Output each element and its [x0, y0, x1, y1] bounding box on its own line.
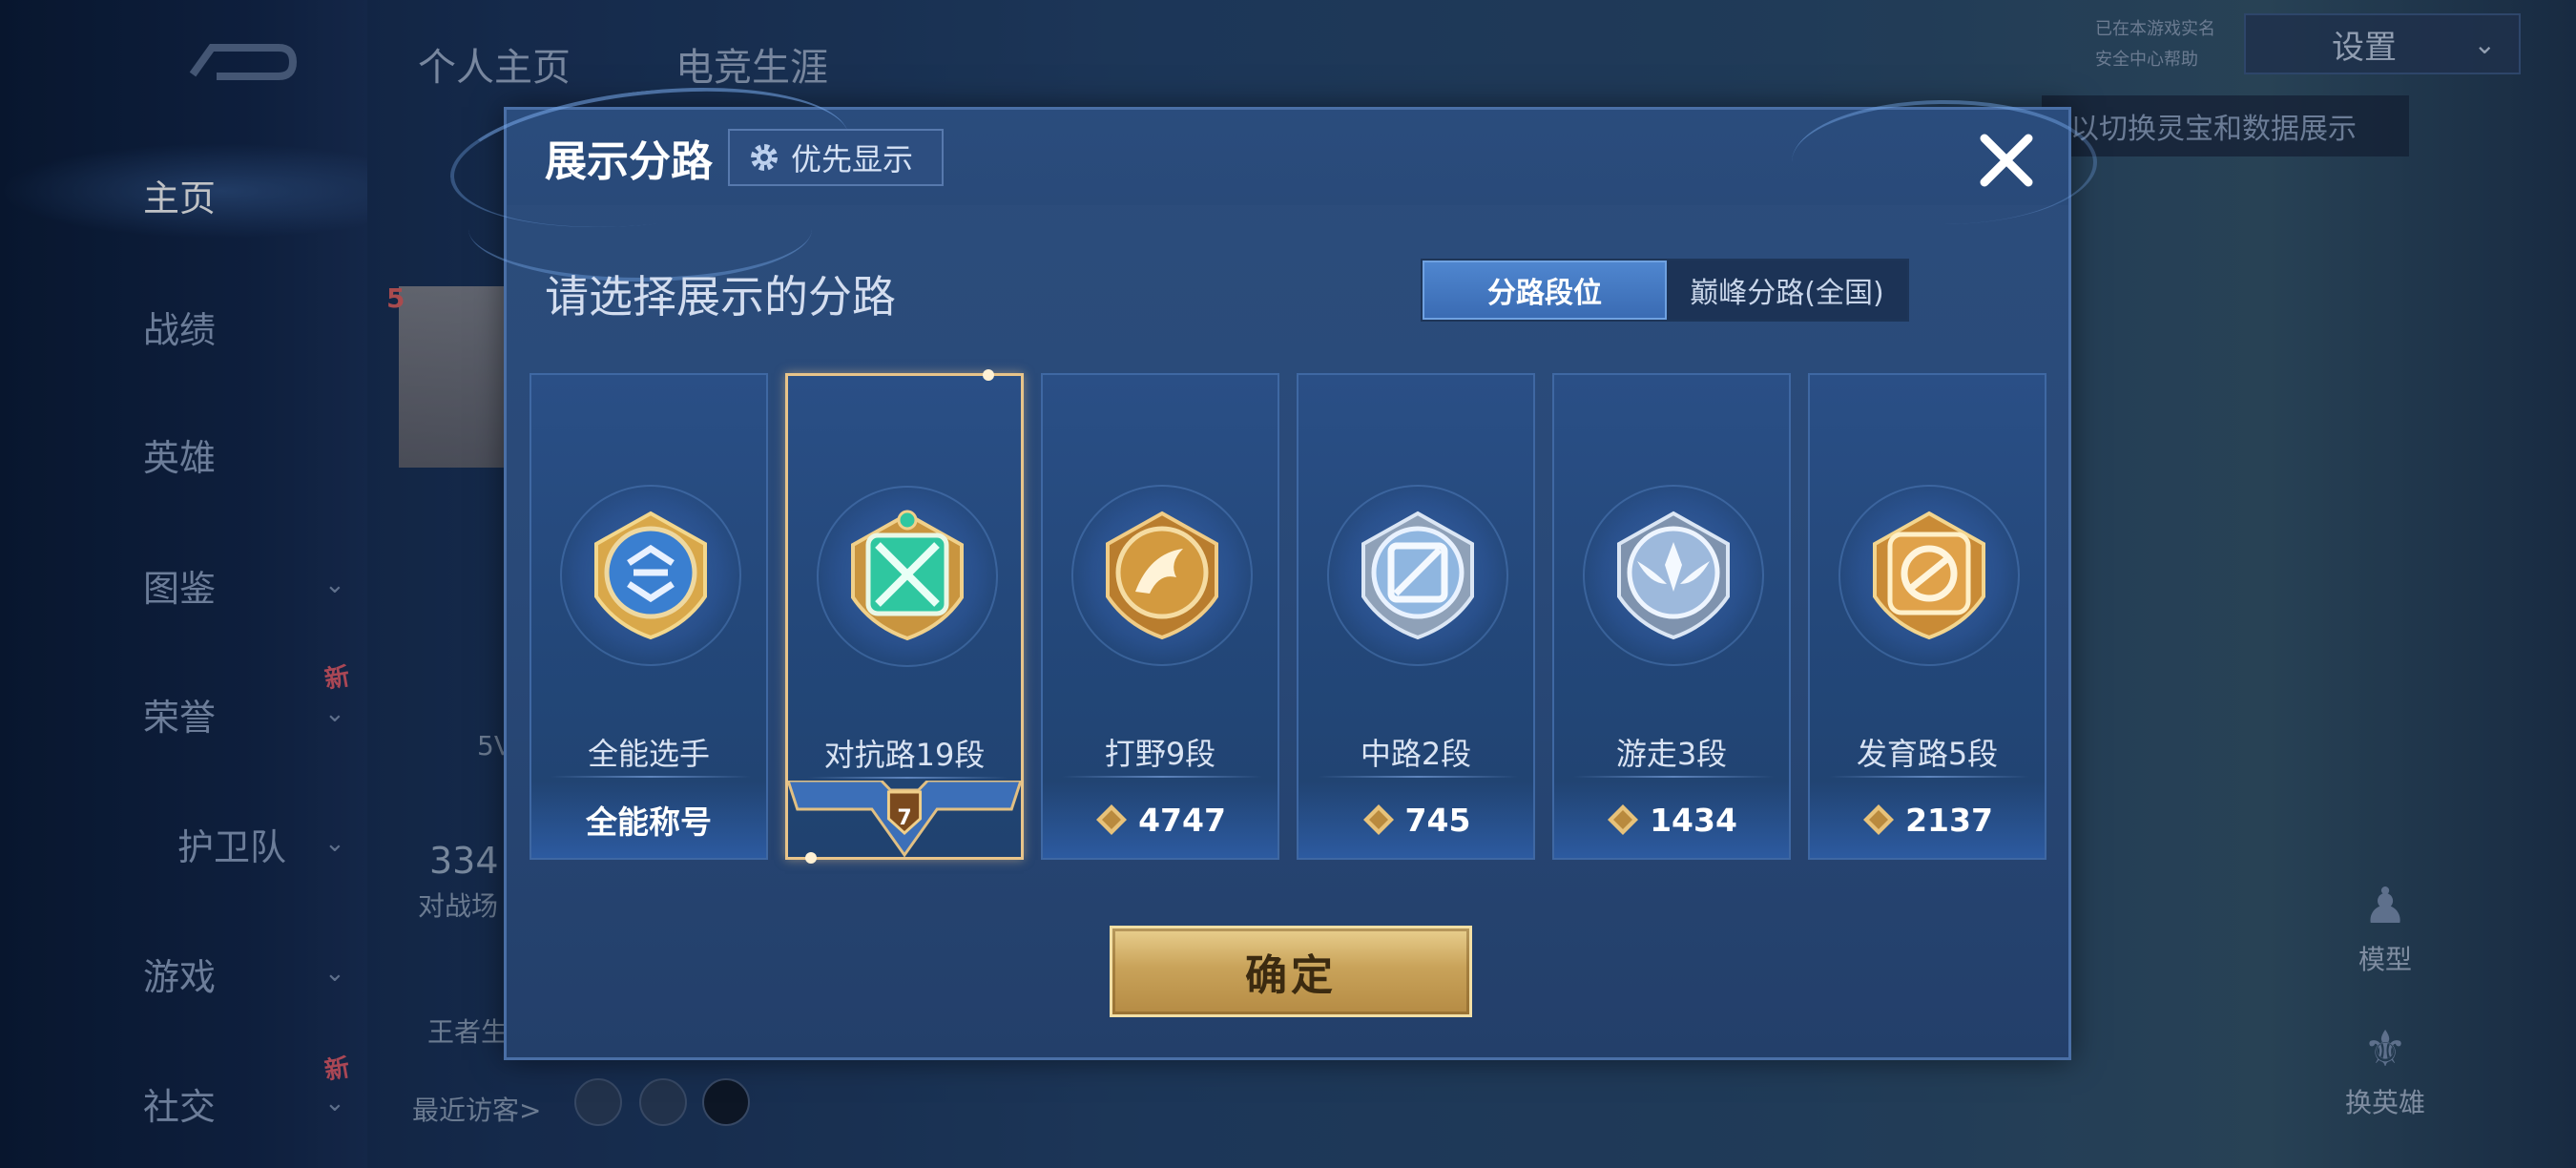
priority-display-label: 优先显示	[791, 141, 914, 177]
peak-score-icon	[1608, 804, 1639, 835]
lane-card-footer: 1434	[1554, 782, 1789, 858]
lane-card-footer: 4747	[1043, 782, 1278, 858]
lane-card-footer: 2137	[1810, 782, 2045, 858]
lane-score: 1434	[1650, 801, 1737, 839]
jungle-emblem-icon	[1106, 511, 1218, 640]
peak-score-icon	[1362, 804, 1394, 835]
lane-rank-name: 中路2段	[1360, 736, 1472, 772]
card-divider	[1829, 776, 2029, 778]
lane-score: 4747	[1138, 801, 1226, 839]
top-lane-emblem-icon	[851, 510, 964, 641]
lane-rank-name: 全能选手	[587, 736, 710, 772]
corner-sparkle	[983, 369, 994, 381]
lane-rank-name: 对抗路19段	[823, 737, 986, 773]
peak-score-icon	[1096, 804, 1128, 835]
lane-card-mid[interactable]: 中路2段 745	[1297, 373, 1535, 860]
lane-footer-text: 全能称号	[586, 803, 712, 841]
card-divider	[1318, 776, 1518, 778]
lane-card-top[interactable]: 对抗路19段 7	[785, 369, 1024, 864]
lane-display-dialog: 展示分路 优先显示 请选择展示的分路 分路段位 巅峰分路(全国) 全能选手 全能…	[443, 70, 2097, 1060]
card-divider	[807, 777, 1008, 779]
decor-swirl	[1792, 100, 2097, 224]
lane-card-allround[interactable]: 全能选手 全能称号	[530, 373, 768, 860]
close-icon[interactable]	[1973, 127, 2040, 194]
lane-rank-name: 游走3段	[1615, 736, 1728, 772]
lane-score: 745	[1404, 801, 1471, 839]
lane-card-jungle[interactable]: 打野9段 4747	[1041, 373, 1279, 860]
card-divider	[551, 776, 751, 778]
peak-score-icon	[1863, 804, 1895, 835]
lane-rank-name: 发育路5段	[1856, 736, 1999, 772]
lane-score: 2137	[1905, 801, 1993, 839]
mid-lane-emblem-icon	[1361, 511, 1474, 640]
tier-star-count: 7	[897, 806, 912, 830]
tab-lane-rank[interactable]: 分路段位	[1423, 261, 1667, 320]
dialog-subtitle: 请选择展示的分路	[545, 271, 896, 323]
confirm-button[interactable]: 确定	[1110, 926, 1472, 1017]
lane-card-list: 全能选手 全能称号 对抗路19段 7 打野9段 4747 中路2段 745 游走…	[530, 369, 2051, 864]
priority-display-button[interactable]: 优先显示	[728, 129, 944, 186]
lane-card-footer: 全能称号	[531, 782, 766, 858]
lane-card-roam[interactable]: 游走3段 1434	[1552, 373, 1791, 860]
card-divider	[1062, 776, 1262, 778]
card-divider	[1573, 776, 1774, 778]
tab-peak-lane[interactable]: 巅峰分路(全国)	[1667, 261, 1907, 320]
gear-icon	[751, 144, 778, 171]
lane-rank-name: 打野9段	[1104, 736, 1216, 772]
dialog-title: 展示分路	[545, 137, 713, 186]
lane-card-footer: 745	[1298, 782, 1533, 858]
roam-emblem-icon	[1617, 511, 1730, 640]
bottom-lane-emblem-icon	[1873, 511, 1985, 640]
lane-card-bottom[interactable]: 发育路5段 2137	[1808, 373, 2046, 860]
lane-mode-toggle: 分路段位 巅峰分路(全国)	[1421, 259, 1909, 322]
allround-emblem-icon	[594, 511, 707, 640]
